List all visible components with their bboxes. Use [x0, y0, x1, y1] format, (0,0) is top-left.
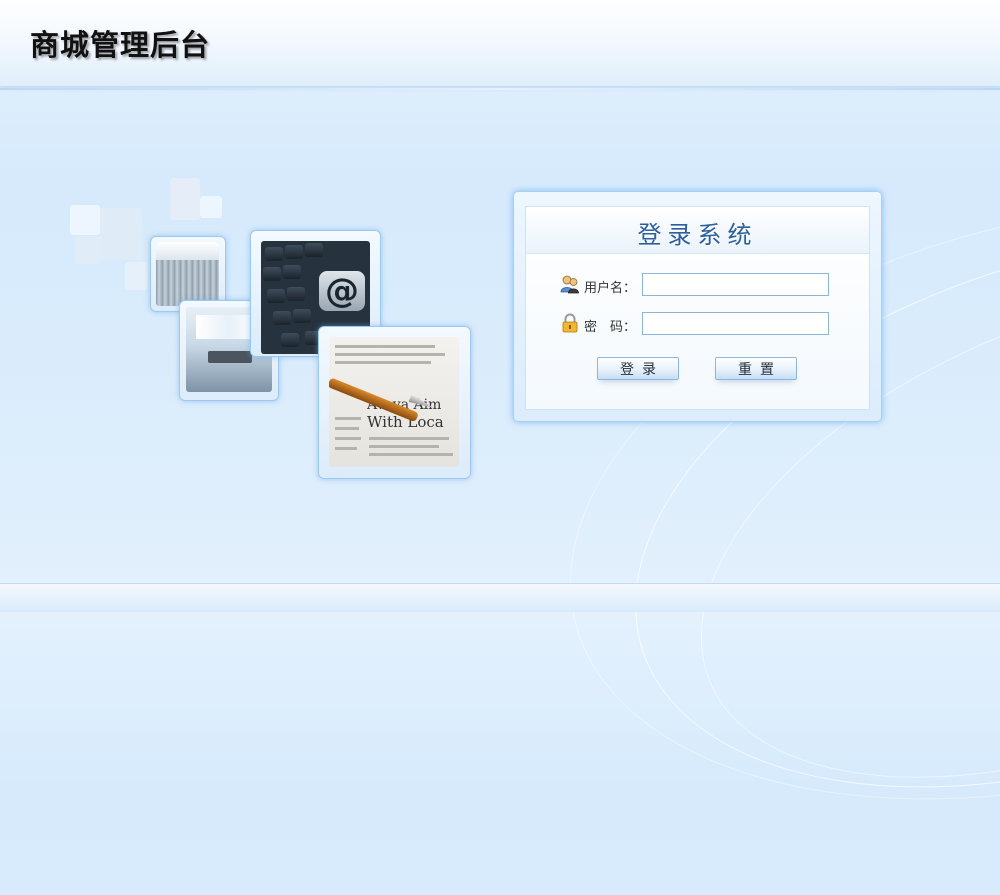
login-header: 登录系统 [526, 207, 869, 254]
username-label: 用户名： [584, 281, 637, 296]
login-panel: 登录系统 用户名： 密 码： 登录 重置 [513, 191, 882, 422]
faded-tile [200, 196, 222, 218]
login-button[interactable]: 登录 [597, 357, 679, 380]
at-key-icon: @ [319, 271, 365, 311]
faded-tile [170, 178, 200, 220]
footer-bar [0, 583, 1000, 612]
password-input[interactable] [642, 312, 829, 335]
faded-tile [100, 208, 142, 260]
username-input[interactable] [642, 273, 829, 296]
login-title: 登录系统 [637, 221, 758, 249]
photo-frame-paper: Avaya Aim With Loca [318, 326, 471, 479]
lock-icon [560, 313, 580, 333]
faded-tile [75, 236, 101, 264]
app-title: 商城管理后台 [30, 28, 211, 62]
user-icon [560, 274, 580, 294]
header-divider [0, 88, 1000, 90]
faded-tile [125, 262, 147, 290]
header-bar: 商城管理后台 [0, 0, 1000, 87]
reset-button[interactable]: 重置 [715, 357, 797, 380]
faded-tile [70, 205, 100, 235]
login-form: 登录系统 用户名： 密 码： 登录 重置 [525, 206, 870, 410]
building-photo [156, 242, 219, 306]
password-label: 密 码： [584, 320, 637, 335]
newspaper-photo: Avaya Aim With Loca [329, 337, 459, 467]
